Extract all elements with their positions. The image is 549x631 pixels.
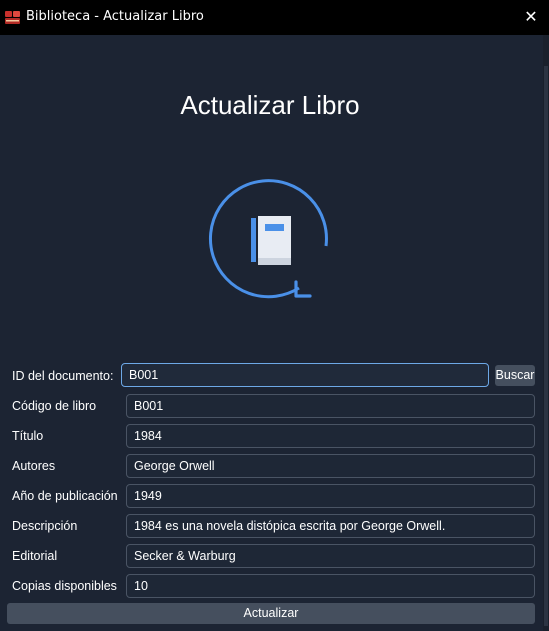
document-id-input[interactable]: B001 [121, 363, 489, 387]
available-copies-input[interactable]: 10 [126, 574, 535, 598]
window-titlebar: Biblioteca - Actualizar Libro ✕ [0, 0, 549, 35]
window-title: Biblioteca - Actualizar Libro [26, 9, 204, 24]
title-input[interactable]: 1984 [126, 424, 535, 448]
title-label: Título [12, 429, 44, 443]
book-update-icon [208, 179, 328, 299]
authors-label: Autores [12, 459, 56, 473]
description-input[interactable]: 1984 es una novela distópica escrita por… [126, 514, 535, 538]
scrollbar-thumb[interactable] [544, 66, 548, 626]
book-stack-icon [5, 11, 20, 24]
book-code-label: Código de libro [12, 399, 97, 413]
book-code-input[interactable]: B001 [126, 394, 535, 418]
publisher-label: Editorial [12, 549, 58, 563]
authors-input[interactable]: George Orwell [126, 454, 535, 478]
search-button[interactable]: Buscar [495, 365, 535, 386]
document-id-label: ID del documento: [12, 369, 114, 383]
update-button[interactable]: Actualizar [7, 603, 535, 624]
close-icon[interactable]: ✕ [517, 3, 545, 31]
page-title: Actualizar Libro [180, 90, 360, 120]
window-body [0, 35, 549, 631]
publisher-input[interactable]: Secker & Warburg [126, 544, 535, 568]
publication-year-label: Año de publicación [12, 489, 118, 503]
description-label: Descripción [12, 519, 78, 533]
available-copies-label: Copias disponibles [12, 579, 117, 593]
publication-year-input[interactable]: 1949 [126, 484, 535, 508]
